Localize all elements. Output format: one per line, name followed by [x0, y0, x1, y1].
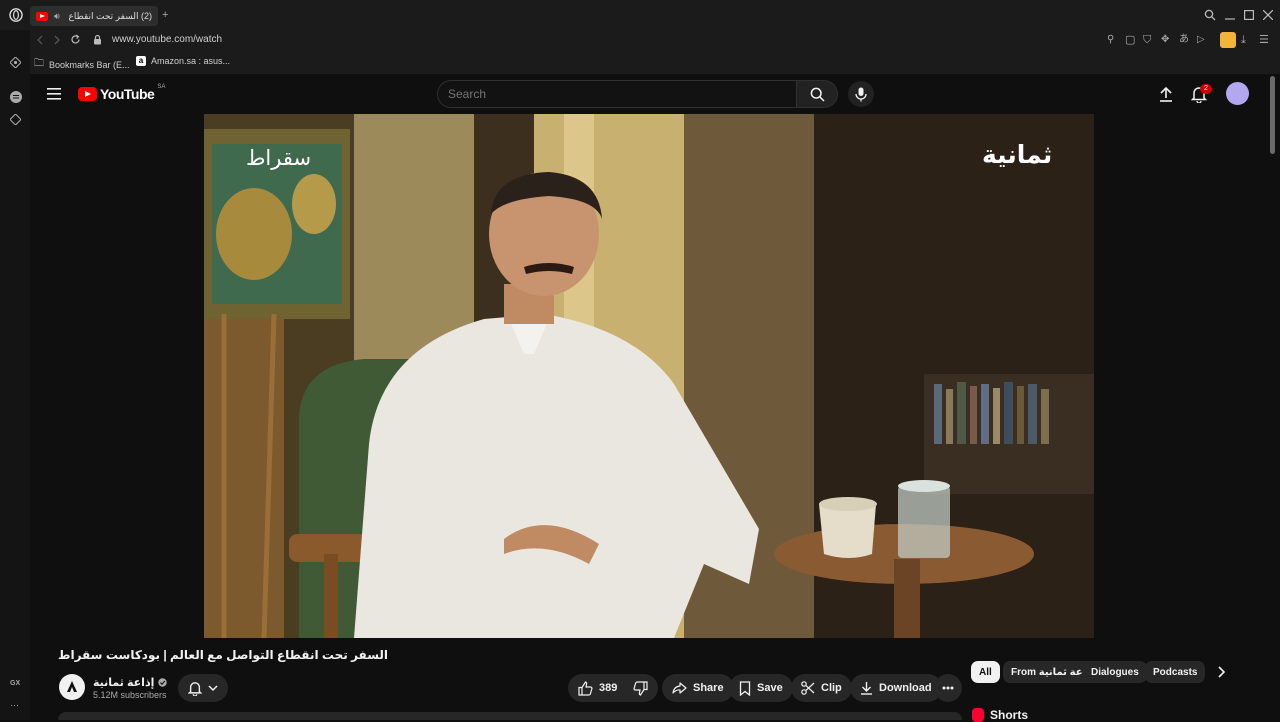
forward-icon[interactable] [53, 35, 61, 45]
maximize-window-icon[interactable] [1244, 10, 1254, 20]
sidebar-gx-label[interactable]: GX [10, 680, 20, 687]
easy-setup-icon[interactable]: ☰ [1259, 34, 1269, 46]
youtube-logo-text: YouTube [100, 86, 155, 102]
youtube-play-logo-icon [78, 87, 97, 101]
youtube-favicon-icon [36, 11, 48, 21]
opera-logo-icon[interactable] [9, 8, 23, 22]
url-field[interactable]: www.youtube.com/watch [112, 34, 222, 45]
bookmark-item[interactable]: 🗀 Bookmarks Bar (E... [34, 56, 130, 73]
channel-avatar[interactable] [59, 674, 85, 700]
lock-icon[interactable] [93, 34, 102, 45]
bookmark-item[interactable]: a Amazon.sa : asus... [136, 56, 230, 66]
browser-address-bar: www.youtube.com/watch ⚲ ▢ ⛉ ✥ あ ▷ ⤓ ☰ [0, 30, 1280, 52]
download-button[interactable]: Download [850, 674, 942, 702]
country-code: SA [157, 84, 166, 90]
youtube-logo[interactable]: YouTube SA [78, 84, 166, 102]
chip-podcasts[interactable]: Podcasts [1145, 661, 1206, 683]
translate-icon[interactable]: あ [1179, 34, 1189, 46]
search-tabs-icon[interactable] [1204, 9, 1216, 21]
folder-icon: 🗀 [34, 58, 44, 69]
download-label: Download [879, 682, 932, 694]
scissors-icon [801, 681, 815, 695]
snapshot-icon[interactable]: ▢ [1125, 34, 1135, 46]
save-button[interactable]: Save [729, 674, 793, 702]
save-label: Save [757, 682, 783, 694]
video-watermark-left: سقراط [246, 147, 312, 170]
shield-icon[interactable]: ⛉ [1143, 34, 1151, 46]
bookmark-label: Bookmarks Bar (E... [49, 59, 130, 70]
new-tab-button[interactable]: + [162, 9, 168, 21]
sidebar-messenger-icon[interactable] [10, 91, 22, 103]
browser-sidebar: GX ··· [0, 30, 30, 720]
chevron-down-icon [208, 684, 218, 692]
bookmark-label: Amazon.sa : asus... [151, 56, 231, 66]
amazon-icon: a [136, 56, 146, 66]
like-count: 389 [599, 682, 618, 694]
video-frame-illustration [204, 114, 1094, 638]
like-dislike-group: 389 [568, 674, 658, 702]
video-player[interactable]: سقراط ثمانية [204, 114, 1094, 638]
microphone-icon [855, 87, 867, 102]
thumbs-down-icon [633, 680, 648, 696]
bell-icon [188, 681, 202, 696]
clip-button[interactable]: Clip [791, 674, 852, 702]
search-button[interactable] [796, 80, 838, 108]
voice-search-button[interactable] [848, 81, 874, 107]
close-window-icon[interactable] [1263, 10, 1273, 20]
search-icon [810, 87, 825, 102]
share-label: Share [693, 682, 724, 694]
chip-dialogues[interactable]: Dialogues [1083, 661, 1147, 683]
verified-check-icon [158, 678, 168, 687]
download-arrow-icon [860, 681, 873, 695]
player-icon[interactable]: ▷ [1197, 34, 1205, 46]
more-horizontal-icon [942, 686, 954, 690]
thumbs-up-icon [578, 680, 593, 696]
bookmark-save-icon [739, 680, 751, 696]
chip-all[interactable]: All [971, 661, 1000, 683]
video-title: السفر تحت انقطاع التواصل مع العالم | بود… [58, 648, 389, 662]
channel-logo-icon [65, 680, 79, 694]
notification-count-badge: 2 [1200, 84, 1212, 94]
user-avatar[interactable] [1226, 82, 1249, 105]
sidebar-diamond-icon[interactable] [10, 114, 21, 125]
speaker-icon[interactable]: 🔊︎ [54, 10, 60, 22]
subscriber-count: 5.12M subscribers [93, 690, 167, 700]
browser-tab-bar: 🔊︎ (2) السفر تحت انقطاع التواصل مع العال… [0, 0, 1280, 30]
dislike-button[interactable] [633, 680, 648, 696]
description-box[interactable] [58, 712, 962, 720]
chips-next-chevron-icon[interactable] [1216, 666, 1226, 678]
subscribe-notifications-button[interactable] [178, 674, 228, 702]
hamburger-menu-icon[interactable] [47, 88, 61, 100]
pin-icon[interactable]: ⚲ [1107, 34, 1114, 46]
video-watermark-right: ثمانية [982, 141, 1053, 169]
page-scrollbar-thumb[interactable] [1270, 76, 1275, 154]
bookmarks-bar: 🗀 Bookmarks Bar (E... a Amazon.sa : asus… [0, 52, 1280, 74]
sidebar-more-icon[interactable]: ··· [10, 700, 19, 710]
sidebar-aria-icon[interactable] [10, 57, 21, 68]
minimize-window-icon[interactable] [1225, 9, 1235, 21]
search-box [437, 80, 797, 108]
share-arrow-icon [672, 681, 687, 695]
share-button[interactable]: Share [662, 674, 734, 702]
channel-name: إذاعة ثمانية [93, 677, 155, 689]
clip-label: Clip [821, 682, 842, 694]
create-upload-icon[interactable] [1159, 86, 1173, 102]
vpn-icon[interactable]: ✥ [1161, 34, 1169, 46]
like-button[interactable]: 389 [578, 680, 618, 696]
profile-icon[interactable] [1220, 32, 1236, 48]
reload-icon[interactable] [70, 34, 81, 45]
tab-title: (2) السفر تحت انقطاع التواصل مع العالم |… [66, 10, 152, 21]
download-icon[interactable]: ⤓ [1241, 34, 1246, 46]
back-icon[interactable] [36, 35, 44, 45]
more-actions-button[interactable] [934, 674, 962, 702]
browser-tab-active[interactable]: 🔊︎ (2) السفر تحت انقطاع التواصل مع العال… [30, 6, 158, 26]
search-input[interactable] [438, 81, 778, 107]
channel-name-row[interactable]: إذاعة ثمانية [93, 676, 168, 689]
